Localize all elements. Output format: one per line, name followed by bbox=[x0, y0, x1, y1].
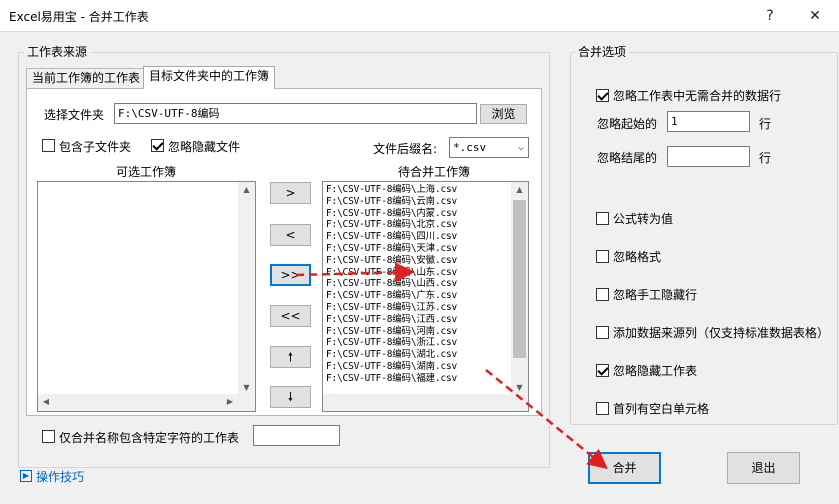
annotation-arrow-merge bbox=[485, 369, 608, 470]
tab-target-folder[interactable]: 目标文件夹中的工作簿 bbox=[143, 66, 276, 89]
annotation-arrow-add-all bbox=[295, 262, 415, 283]
annotation-arrows bbox=[295, 262, 608, 470]
